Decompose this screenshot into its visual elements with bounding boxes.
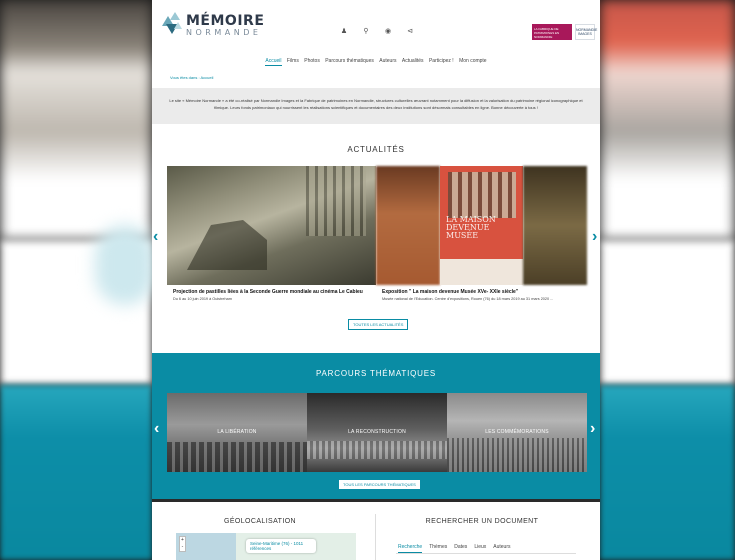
all-news-button[interactable]: TOUTES LES ACTUALITÉS <box>348 319 409 330</box>
tab-lieux[interactable]: Lieux <box>474 544 486 553</box>
tab-themes[interactable]: Thèmes <box>429 544 447 553</box>
map[interactable]: + - Seine-Maritime (76) - 1011 référence… <box>176 533 356 560</box>
nav-item-films[interactable]: Films <box>287 58 299 64</box>
news-image-2[interactable]: LA MAISON DEVENUE MUSÉE <box>440 166 523 285</box>
logo[interactable]: MÉMOIRE NORMANDE <box>160 10 264 40</box>
tile-label: LA LIBÉRATION <box>217 429 257 435</box>
logo-title: MÉMOIRE <box>186 12 265 29</box>
background-left <box>0 0 152 560</box>
vertical-divider <box>375 514 376 560</box>
background-right <box>600 0 735 560</box>
news-title-2: Exposition " La maison devenue Musée XVe… <box>382 289 519 295</box>
parcours-tile-reconstruction[interactable]: LA RECONSTRUCTION <box>307 393 447 472</box>
zoom-out-button[interactable]: - <box>180 544 185 551</box>
search-icon[interactable]: ⚲ <box>362 27 370 35</box>
zoom-in-button[interactable]: + <box>180 537 185 544</box>
nav-item-parcours[interactable]: Parcours thématiques <box>325 58 374 64</box>
chevron-left-icon[interactable]: ‹ <box>154 421 159 437</box>
tab-auteurs[interactable]: Auteurs <box>493 544 510 553</box>
header-icons: ♟ ⚲ ◉ ⊲ <box>340 27 414 35</box>
parcours-tiles: LA LIBÉRATION LA RECONSTRUCTION LES COMM… <box>167 393 587 472</box>
news-section-title: ACTUALITÉS <box>347 145 405 154</box>
news-meta-2: Musée national de l'Education. Centre d'… <box>382 297 554 301</box>
breadcrumb-prefix: Vous êtes dans : <box>170 75 200 80</box>
nav-item-participez[interactable]: Participez ! <box>429 58 454 64</box>
poster-title: LA MAISON DEVENUE MUSÉE <box>446 215 496 240</box>
parcours-title: PARCOURS THÉMATIQUES <box>315 369 436 378</box>
breadcrumb-current[interactable]: Accueil <box>200 75 213 80</box>
tab-recherche[interactable]: Recherche <box>398 544 423 553</box>
main-nav: Accueil Films Photos Parcours thématique… <box>152 58 600 66</box>
map-zoom-control[interactable]: + - <box>179 536 186 552</box>
news-title-1: Projection de pastilles liées à la Secon… <box>173 289 363 295</box>
intro-text: Le site « Mémoire Normande » a été co-ré… <box>152 88 600 124</box>
news-image-1[interactable] <box>167 166 376 285</box>
geo-title: GÉOLOCALISATION <box>224 518 296 525</box>
news-image-blurred-right <box>523 166 587 285</box>
partner-logos: LA FABRIQUE DE PATRIMOINES EN NORMANDIE … <box>532 24 597 40</box>
chevron-right-icon[interactable]: › <box>590 421 595 437</box>
parcours-tile-commemorations[interactable]: LES COMMÉMORATIONS <box>447 393 587 472</box>
chevron-right-icon[interactable]: › <box>592 229 597 245</box>
breadcrumb: Vous êtes dans : Accueil <box>170 75 213 80</box>
tile-label: LA RECONSTRUCTION <box>348 429 406 435</box>
search-title: RECHERCHER UN DOCUMENT <box>425 518 539 525</box>
tab-dates[interactable]: Dates <box>454 544 467 553</box>
search-tabs-underline <box>396 553 576 554</box>
header: MÉMOIRE NORMANDE ♟ ⚲ ◉ ⊲ LA FABRIQUE DE … <box>152 0 600 54</box>
news-carousel: LA MAISON DEVENUE MUSÉE Projection de pa… <box>153 166 597 309</box>
partner-normandie-images-logo[interactable]: NORMANDIE IMAGES <box>575 24 597 40</box>
parcours-tile-liberation[interactable]: LA LIBÉRATION <box>167 393 307 472</box>
chevron-left-icon[interactable]: ‹ <box>153 229 158 245</box>
section-divider <box>152 499 600 502</box>
page: MÉMOIRE NORMANDE ♟ ⚲ ◉ ⊲ LA FABRIQUE DE … <box>152 0 600 560</box>
news-caption-2[interactable]: Exposition " La maison devenue Musée XVe… <box>382 289 582 302</box>
logo-mark-icon <box>160 10 184 40</box>
nav-item-photos[interactable]: Photos <box>304 58 320 64</box>
parcours-section: PARCOURS THÉMATIQUES LA LIBÉRATION LA RE… <box>152 353 600 499</box>
news-image-blurred <box>376 166 440 285</box>
search-tabs: Recherche Thèmes Dates Lieux Auteurs <box>398 544 511 553</box>
partner-fabrique-logo[interactable]: LA FABRIQUE DE PATRIMOINES EN NORMANDIE <box>532 24 572 40</box>
user-icon[interactable]: ♟ <box>340 27 348 35</box>
tile-label: LES COMMÉMORATIONS <box>485 429 549 435</box>
share-icon[interactable]: ⊲ <box>406 27 414 35</box>
all-parcours-button[interactable]: TOUS LES PARCOURS THÉMATIQUES <box>338 479 421 490</box>
nav-item-actualites[interactable]: Actualités <box>402 58 424 64</box>
map-popup[interactable]: Seine-Maritime (76) - 1011 références <box>246 539 316 553</box>
logo-subtitle: NORMANDE <box>186 27 262 37</box>
news-caption-1[interactable]: Projection de pastilles liées à la Secon… <box>173 289 373 302</box>
nav-item-mon-compte[interactable]: Mon compte <box>459 58 487 64</box>
nav-item-accueil[interactable]: Accueil <box>265 58 282 66</box>
news-meta-1: Du 6 au 10 juin 2019 à Ouistreham <box>173 297 232 301</box>
nav-item-auteurs[interactable]: Auteurs <box>379 58 396 64</box>
globe-icon[interactable]: ◉ <box>384 27 392 35</box>
